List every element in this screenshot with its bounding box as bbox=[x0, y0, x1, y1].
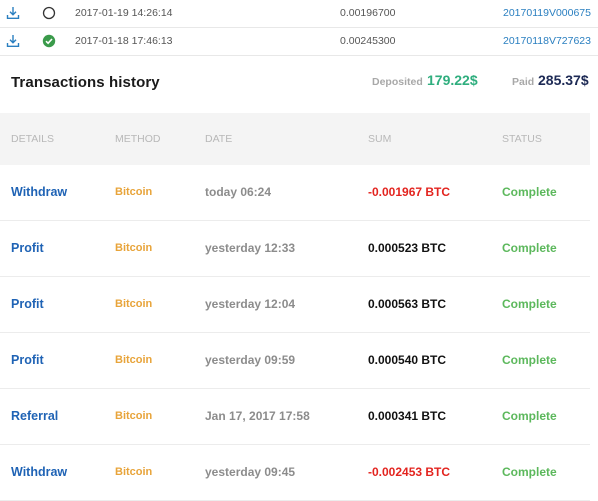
transaction-date: yesterday 09:59 bbox=[205, 353, 296, 367]
transaction-date: yesterday 09:45 bbox=[205, 465, 296, 479]
transaction-status: Complete bbox=[502, 465, 557, 479]
column-header-date: DATE bbox=[205, 133, 233, 145]
transaction-method: Bitcoin bbox=[115, 186, 153, 198]
deposited-label: Deposited bbox=[372, 76, 423, 88]
transaction-status: Complete bbox=[502, 241, 557, 255]
transaction-details-link[interactable]: Profit bbox=[11, 353, 44, 367]
table-row: Profit Bitcoin yesterday 12:04 0.000563 … bbox=[0, 277, 590, 333]
empty-circle-icon bbox=[42, 0, 56, 27]
transaction-status: Complete bbox=[502, 297, 557, 311]
transaction-details-link[interactable]: Withdraw bbox=[11, 465, 67, 479]
paid-label: Paid bbox=[512, 76, 535, 88]
column-header-status: STATUS bbox=[502, 133, 542, 145]
column-header-method: METHOD bbox=[115, 133, 161, 145]
table-row: Withdraw Bitcoin today 06:24 -0.001967 B… bbox=[0, 165, 590, 221]
deposit-amount: 0.00245300 bbox=[340, 35, 396, 47]
transaction-method: Bitcoin bbox=[115, 298, 153, 310]
transaction-date: yesterday 12:04 bbox=[205, 297, 296, 311]
transaction-sum: 0.000540 BTC bbox=[368, 353, 447, 367]
table-row: Profit Bitcoin yesterday 09:59 0.000540 … bbox=[0, 333, 590, 389]
transaction-details-link[interactable]: Withdraw bbox=[11, 185, 67, 199]
deposited-value: 179.22$ bbox=[427, 72, 478, 88]
table-header: DETAILS METHOD DATE SUM STATUS bbox=[0, 113, 590, 165]
transaction-sum: -0.002453 BTC bbox=[368, 465, 451, 479]
transaction-method: Bitcoin bbox=[115, 242, 153, 254]
deposit-date: 2017-01-19 14:26:14 bbox=[75, 7, 173, 19]
deposit-txid-link[interactable]: 20170118V727623 bbox=[503, 28, 591, 55]
transactions-table: Withdraw Bitcoin today 06:24 -0.001967 B… bbox=[0, 165, 598, 501]
transaction-sum: 0.000563 BTC bbox=[368, 297, 447, 311]
transaction-sum: 0.000341 BTC bbox=[368, 409, 447, 423]
transaction-method: Bitcoin bbox=[115, 354, 153, 366]
transaction-status: Complete bbox=[502, 409, 557, 423]
check-circle-icon bbox=[42, 28, 56, 55]
transaction-method: Bitcoin bbox=[115, 410, 153, 422]
deposits-list: 2017-01-19 14:26:14 0.00196700 20170119V… bbox=[0, 0, 598, 56]
deposit-txid-link[interactable]: 20170119V000675 bbox=[503, 0, 591, 27]
column-header-details: DETAILS bbox=[11, 133, 54, 145]
history-header: Transactions history Deposited 179.22$ P… bbox=[0, 56, 598, 113]
table-row: Referral Bitcoin Jan 17, 2017 17:58 0.00… bbox=[0, 389, 590, 445]
transaction-date: yesterday 12:33 bbox=[205, 241, 296, 255]
column-header-sum: SUM bbox=[368, 133, 392, 145]
deposit-row: 2017-01-18 17:46:13 0.00245300 20170118V… bbox=[0, 28, 598, 56]
transaction-status: Complete bbox=[502, 185, 557, 199]
download-icon[interactable] bbox=[6, 0, 20, 27]
deposit-date: 2017-01-18 17:46:13 bbox=[75, 35, 173, 47]
transaction-details-link[interactable]: Referral bbox=[11, 409, 58, 423]
transaction-sum: 0.000523 BTC bbox=[368, 241, 447, 255]
transaction-details-link[interactable]: Profit bbox=[11, 297, 44, 311]
table-row: Profit Bitcoin yesterday 12:33 0.000523 … bbox=[0, 221, 590, 277]
transaction-status: Complete bbox=[502, 353, 557, 367]
transaction-date: today 06:24 bbox=[205, 185, 272, 199]
table-row: Withdraw Bitcoin yesterday 09:45 -0.0024… bbox=[0, 445, 590, 501]
paid-value: 285.37$ bbox=[538, 72, 589, 88]
deposit-row: 2017-01-19 14:26:14 0.00196700 20170119V… bbox=[0, 0, 598, 28]
transaction-method: Bitcoin bbox=[115, 466, 153, 478]
transaction-details-link[interactable]: Profit bbox=[11, 241, 44, 255]
download-icon[interactable] bbox=[6, 28, 20, 55]
transaction-date: Jan 17, 2017 17:58 bbox=[205, 409, 310, 423]
transaction-sum: -0.001967 BTC bbox=[368, 185, 451, 199]
deposit-amount: 0.00196700 bbox=[340, 7, 396, 19]
page-title: Transactions history bbox=[11, 74, 160, 91]
